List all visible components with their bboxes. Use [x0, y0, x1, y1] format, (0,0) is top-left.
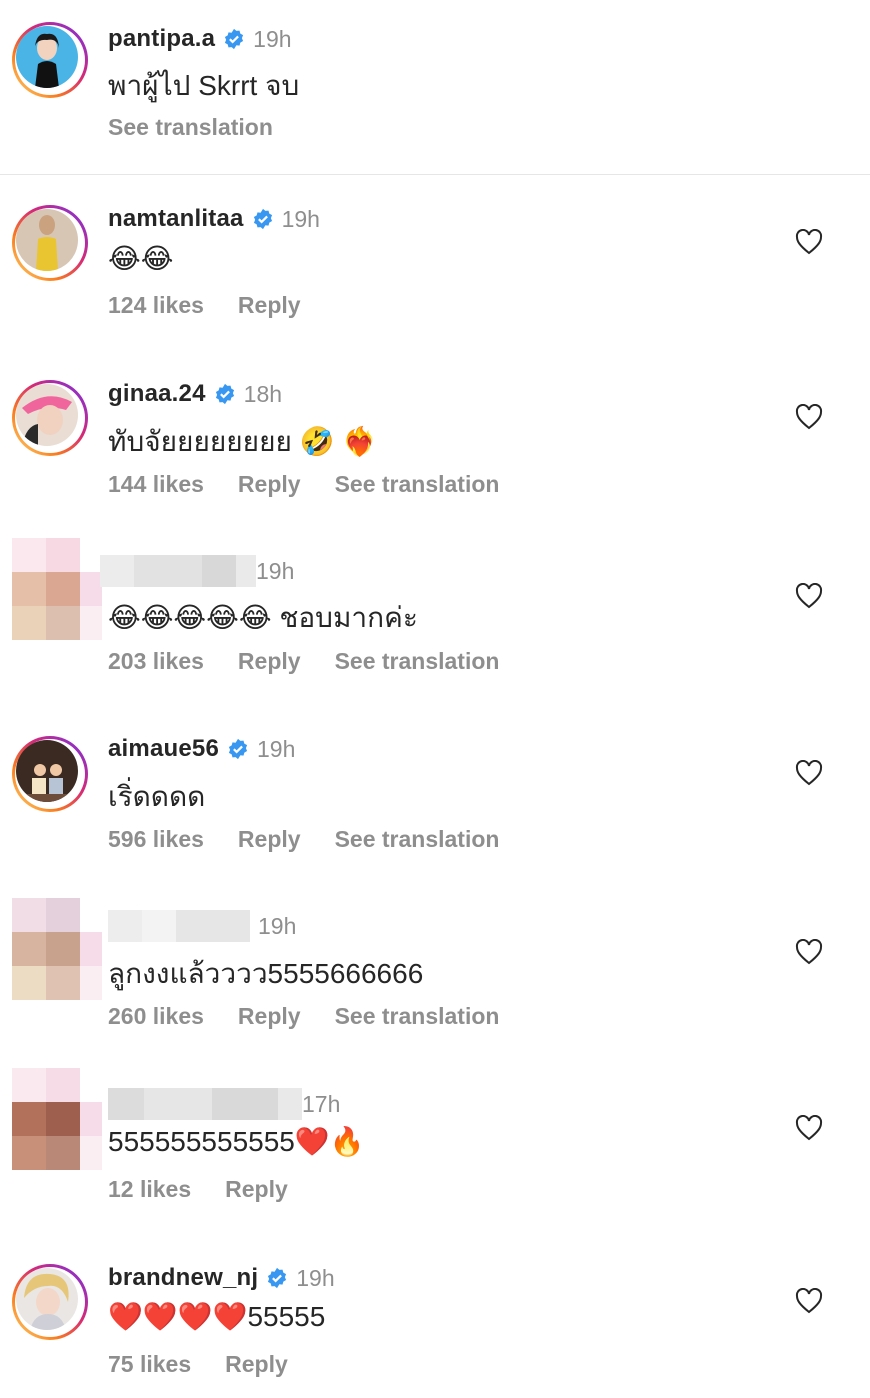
comment-header: 19h: [100, 554, 295, 588]
comment-header: namtanlitaa 19h: [108, 202, 320, 236]
reply-button[interactable]: Reply: [238, 292, 301, 319]
heart-outline-icon[interactable]: [795, 760, 823, 786]
timestamp: 19h: [258, 912, 297, 939]
comment-actions: 596 likes Reply See translation: [108, 826, 499, 853]
see-translation-button[interactable]: See translation: [335, 471, 500, 498]
username-redacted: [100, 555, 256, 587]
comment-header: 19h: [108, 909, 296, 943]
verified-badge-icon: [215, 383, 234, 405]
heart-outline-icon[interactable]: [795, 229, 823, 255]
comment-actions: See translation: [108, 114, 273, 141]
likes-count[interactable]: 144 likes: [108, 471, 204, 498]
see-translation-button[interactable]: See translation: [335, 826, 500, 853]
username[interactable]: pantipa.a: [108, 25, 215, 53]
username[interactable]: ginaa.24: [108, 380, 206, 408]
username[interactable]: namtanlitaa: [108, 205, 244, 233]
avatar[interactable]: [12, 205, 88, 281]
comment-actions: 203 likes Reply See translation: [108, 648, 499, 675]
verified-badge-icon: [228, 738, 248, 760]
comment-header: pantipa.a 19h: [108, 22, 292, 56]
comment-text: พาผู้ไป Skrrt จบ: [108, 70, 300, 101]
heart-outline-icon[interactable]: [795, 939, 823, 965]
timestamp: 18h: [243, 380, 283, 407]
comment-header: ginaa.24 18h: [108, 377, 282, 411]
likes-count[interactable]: 124 likes: [108, 292, 204, 319]
heart-outline-icon[interactable]: [795, 583, 823, 609]
likes-count[interactable]: 203 likes: [108, 648, 204, 675]
see-translation-button[interactable]: See translation: [335, 648, 500, 675]
likes-count[interactable]: 12 likes: [108, 1176, 191, 1203]
username[interactable]: aimaue56: [108, 735, 219, 763]
comment-actions: 12 likes Reply: [108, 1176, 288, 1203]
likes-count[interactable]: 596 likes: [108, 826, 204, 853]
timestamp: 19h: [296, 1264, 335, 1291]
heart-outline-icon[interactable]: [795, 404, 823, 430]
timestamp: 17h: [302, 1090, 341, 1117]
avatar[interactable]: [12, 736, 88, 812]
comment-text: 555555555555❤️🔥: [108, 1126, 365, 1157]
comment-actions: 260 likes Reply See translation: [108, 1003, 499, 1030]
reply-button[interactable]: Reply: [225, 1351, 288, 1378]
reply-button[interactable]: Reply: [238, 648, 301, 675]
comment-text: ❤️❤️❤️❤️55555: [108, 1301, 326, 1332]
reply-button[interactable]: Reply: [238, 1003, 301, 1030]
heart-outline-icon[interactable]: [795, 1288, 823, 1314]
see-translation-button[interactable]: See translation: [335, 1003, 500, 1030]
avatar[interactable]: [12, 1068, 102, 1170]
avatar[interactable]: [12, 1264, 88, 1340]
avatar[interactable]: [12, 898, 102, 1000]
username[interactable]: brandnew_nj: [108, 1264, 258, 1292]
timestamp: 19h: [253, 25, 292, 52]
username-redacted: [108, 910, 250, 942]
comment-text: 😂😂: [108, 242, 174, 275]
comment-text: ลูกงงแล้วววว5555666666: [108, 958, 424, 989]
username-redacted: [108, 1088, 302, 1120]
comment-actions: 124 likes Reply: [108, 292, 301, 319]
comment-text: ทับจัยยยยยยยย 🤣 ❤️‍🔥: [108, 426, 378, 457]
comment-header: brandnew_nj 19h: [108, 1261, 335, 1295]
reply-button[interactable]: Reply: [225, 1176, 288, 1203]
comment-actions: 144 likes Reply See translation: [108, 471, 499, 498]
comment-header: aimaue56 19h: [108, 732, 295, 766]
comment-text: เริ่ดดดด: [108, 781, 206, 812]
comment-text: 😂😂😂😂😂 ชอบมากค่ะ: [108, 602, 418, 633]
comment-header: 17h: [108, 1087, 340, 1121]
heart-outline-icon[interactable]: [795, 1115, 823, 1141]
likes-count[interactable]: 260 likes: [108, 1003, 204, 1030]
divider: [0, 174, 870, 175]
likes-count[interactable]: 75 likes: [108, 1351, 191, 1378]
timestamp: 19h: [256, 557, 295, 584]
avatar[interactable]: [12, 380, 88, 456]
comment-actions: 75 likes Reply: [108, 1351, 288, 1378]
timestamp: 19h: [257, 735, 296, 762]
verified-badge-icon: [253, 208, 272, 230]
verified-badge-icon: [225, 28, 244, 50]
timestamp: 19h: [281, 205, 320, 232]
avatar[interactable]: [12, 538, 102, 640]
see-translation-button[interactable]: See translation: [108, 114, 273, 141]
reply-button[interactable]: Reply: [238, 826, 301, 853]
avatar[interactable]: [12, 22, 88, 98]
verified-badge-icon: [268, 1267, 287, 1289]
reply-button[interactable]: Reply: [238, 471, 301, 498]
